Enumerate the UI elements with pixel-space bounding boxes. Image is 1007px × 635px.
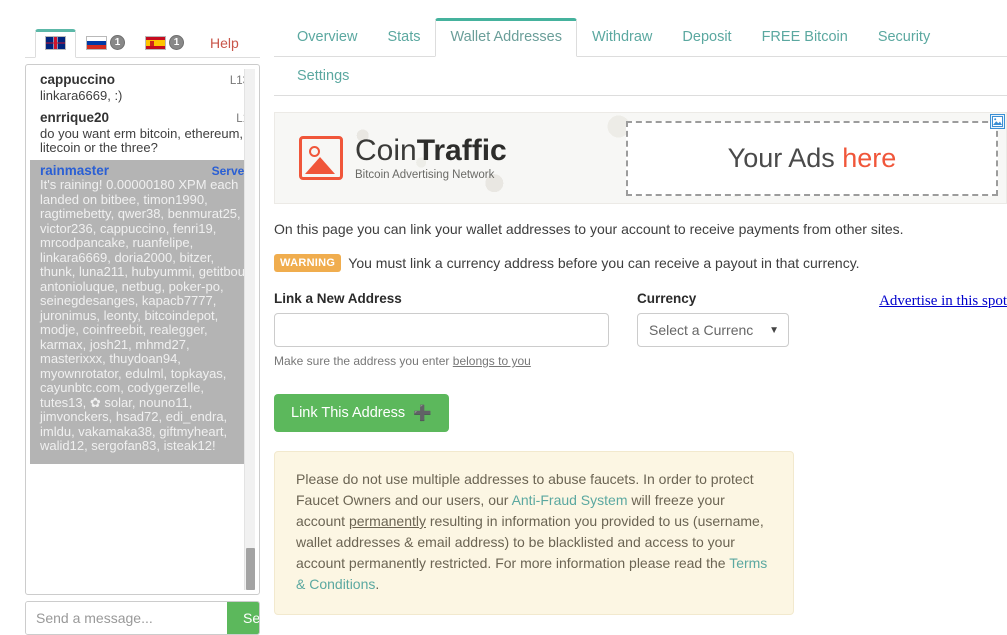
chat-message-username[interactable]: rainmaster (40, 163, 109, 179)
tab-overview[interactable]: Overview (282, 18, 372, 57)
language-tab-english[interactable] (35, 29, 76, 58)
language-tab-russian[interactable]: 1 (76, 28, 135, 58)
address-hint-prefix: Make sure the address you enter (274, 354, 453, 368)
page-intro-text: On this page you can link your wallet ad… (274, 221, 904, 237)
chat-scrollbar[interactable] (244, 69, 255, 590)
tab-free-bitcoin[interactable]: FREE Bitcoin (747, 18, 863, 57)
currency-select-value: Select a Currenc (649, 322, 754, 338)
tab-stats[interactable]: Stats (372, 18, 435, 57)
ad-brand-prefix: Coin (355, 134, 417, 168)
chat-message-text: linkara6669, :) (40, 87, 123, 103)
chat-send-button[interactable]: Send (227, 602, 259, 634)
link-this-address-label: Link This Address (291, 405, 406, 421)
chevron-down-icon: ▼ (769, 324, 779, 336)
warning-line: WARNING You must link a currency address… (274, 254, 1007, 272)
plus-icon: ➕ (413, 404, 432, 422)
address-hint: Make sure the address you enter belongs … (274, 354, 609, 368)
link-address-form: Link a New Address Make sure the address… (274, 291, 1007, 368)
chat-message-rain: rainmaster Server It's raining! 0.000001… (30, 159, 255, 464)
ad-brand-suffix: Traffic (416, 134, 507, 168)
chat-scrollbar-thumb[interactable] (246, 548, 255, 590)
anti-fraud-system-link[interactable]: Anti-Fraud System (512, 492, 628, 508)
chat-message-list: cappuccino L13 linkara6669, :) enrrique2… (30, 69, 255, 590)
currency-select[interactable]: Select a Currenc ▼ (637, 313, 789, 347)
advertise-group: Advertise in this spot (872, 291, 1007, 310)
chat-message: enrrique20 L1 do you want erm bitcoin, e… (30, 107, 255, 160)
chat-panel: 1 1 Help cappuccino L13 linkara6669, :) (25, 18, 260, 635)
chat-message-username[interactable]: enrrique20 (40, 110, 109, 126)
address-field-group: Link a New Address Make sure the address… (274, 291, 609, 368)
currency-field-label: Currency (637, 291, 697, 306)
language-badge-spanish: 1 (169, 35, 184, 50)
ad-slot-text-main: Your Ads (727, 143, 843, 173)
chat-message-header: enrrique20 L1 (40, 110, 249, 127)
ad-tagline: Bitcoin Advertising Network (355, 168, 495, 181)
notice-part-4: . (375, 576, 380, 592)
chat-message-header: cappuccino L13 (40, 72, 249, 89)
wallet-address-input[interactable] (274, 313, 609, 347)
tab-security[interactable]: Security (863, 18, 945, 57)
chat-input-row: Send (25, 601, 260, 635)
chat-message-box: cappuccino L13 linkara6669, :) enrrique2… (25, 64, 260, 595)
status-badge: WARNING (274, 254, 342, 272)
chat-message: cappuccino L13 linkara6669, :) (30, 69, 255, 107)
chat-message-header: rainmaster Server (40, 163, 249, 179)
image-icon[interactable] (990, 114, 1005, 129)
language-badge-russian: 1 (110, 35, 125, 50)
language-tab-spanish[interactable]: 1 (135, 28, 194, 58)
app-root: 1 1 Help cappuccino L13 linkara6669, :) (0, 0, 1007, 635)
currency-field-group: Currency Select a Currenc ▼ (637, 291, 872, 347)
tab-settings[interactable]: Settings (282, 57, 364, 96)
main-tab-bar-row2: Settings (274, 57, 1007, 96)
flag-gb-icon (45, 36, 66, 50)
flag-ru-icon (86, 35, 107, 50)
chat-message-username[interactable]: cappuccino (40, 72, 115, 88)
help-link[interactable]: Help (206, 29, 243, 57)
cointraffic-logo-icon (299, 136, 343, 180)
notice-emphasis: permanently (348, 513, 426, 529)
tab-deposit[interactable]: Deposit (667, 18, 746, 57)
ad-banner[interactable]: CoinTraffic Bitcoin Advertising Network … (274, 112, 1007, 204)
chat-message-text: It's raining! 0.00000180 XPM each landed… (40, 177, 249, 453)
main-content: Overview Stats Wallet Addresses Withdraw… (274, 18, 1007, 635)
flag-es-icon (145, 35, 166, 50)
ad-logo: CoinTraffic Bitcoin Advertising Network (299, 135, 507, 181)
warning-text: You must link a currency address before … (348, 255, 860, 271)
link-this-address-button[interactable]: Link This Address ➕ (274, 394, 449, 432)
ad-brand-name: CoinTraffic (355, 135, 507, 167)
ad-slot-text-highlight: here (842, 143, 897, 173)
tab-withdraw[interactable]: Withdraw (577, 18, 667, 57)
ad-slot-text: Your Ads here (728, 143, 897, 174)
anti-fraud-notice: Please do not use multiple addresses to … (274, 451, 794, 615)
address-hint-link[interactable]: belongs to you (453, 354, 531, 368)
language-tab-bar: 1 1 Help (25, 18, 260, 58)
tab-wallet-addresses[interactable]: Wallet Addresses (435, 18, 577, 57)
chat-message-input[interactable] (26, 602, 227, 634)
ad-placeholder-slot[interactable]: Your Ads here (626, 121, 998, 196)
main-tab-bar: Overview Stats Wallet Addresses Withdraw… (274, 18, 1007, 57)
address-field-label: Link a New Address (274, 291, 402, 306)
chat-message-text: do you want erm bitcoin, ethereum, litec… (40, 125, 244, 155)
ad-logo-text: CoinTraffic Bitcoin Advertising Network (355, 135, 507, 181)
advertise-in-this-spot-link[interactable]: Advertise in this spot (879, 293, 1007, 309)
